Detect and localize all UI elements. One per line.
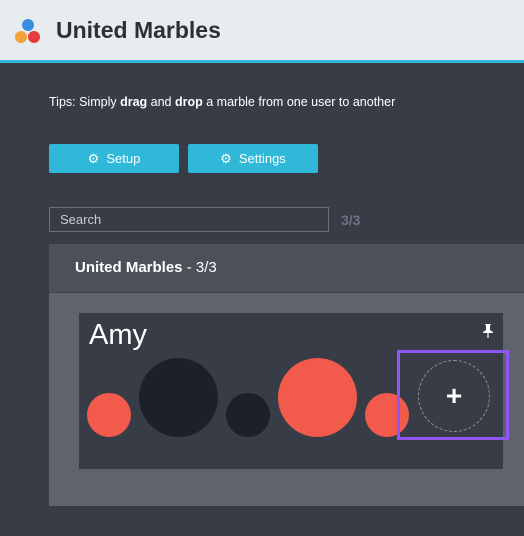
plus-icon: + xyxy=(445,380,463,411)
marble[interactable] xyxy=(226,393,270,437)
tips-drag: drag xyxy=(120,95,148,109)
cogs-icon: ⚙ xyxy=(87,150,100,166)
app-logo-icon xyxy=(14,19,42,47)
tips-text: Tips: Simply drag and drop a marble from… xyxy=(49,95,396,109)
search-input[interactable] xyxy=(49,207,329,232)
settings-button[interactable]: ⚙ Settings xyxy=(188,144,318,173)
group-panel: United Marbles - 3/3 Amy + xyxy=(49,244,524,506)
setup-button-label: Setup xyxy=(106,151,141,166)
pin-icon[interactable] xyxy=(481,323,495,339)
user-count: 3/3 xyxy=(341,212,361,228)
settings-button-label: Settings xyxy=(238,151,286,166)
user-name: Amy xyxy=(89,319,147,351)
add-marble-dropzone[interactable]: + xyxy=(397,350,509,440)
group-count: 3/3 xyxy=(195,259,217,276)
add-marble-button[interactable]: + xyxy=(418,360,490,432)
setup-button[interactable]: ⚙ Setup xyxy=(49,144,179,173)
tips-drop: drop xyxy=(174,95,203,109)
user-card: Amy + xyxy=(79,313,509,469)
group-panel-header: United Marbles - 3/3 xyxy=(49,244,524,293)
marble[interactable] xyxy=(139,358,218,437)
group-panel-title: United Marbles - 3/3 xyxy=(75,259,217,276)
app-title: United Marbles xyxy=(56,17,221,43)
marble[interactable] xyxy=(278,358,357,437)
gear-icon: ⚙ xyxy=(220,150,232,166)
app-header: United Marbles xyxy=(0,0,524,63)
marble[interactable] xyxy=(87,393,131,437)
